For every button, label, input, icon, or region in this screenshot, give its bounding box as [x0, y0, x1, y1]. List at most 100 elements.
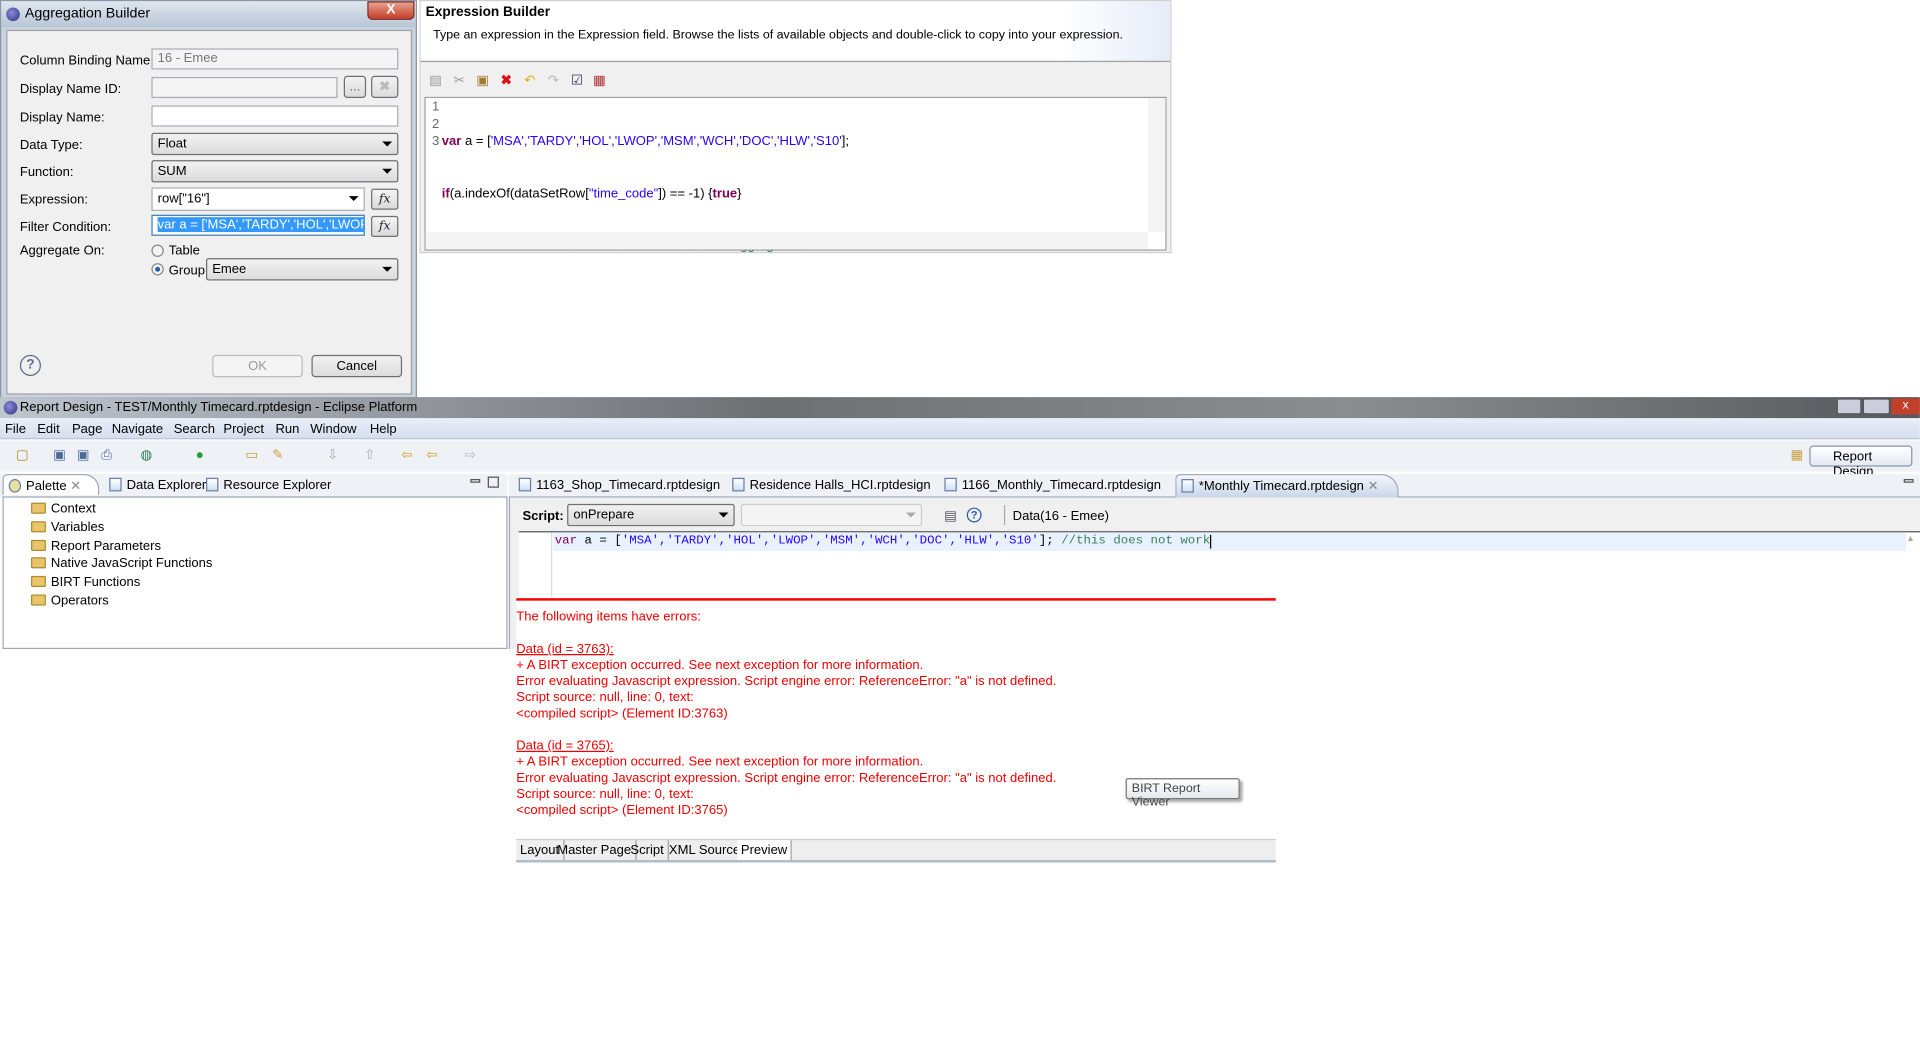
tab-palette[interactable]: Palette ✕ [2, 474, 100, 496]
tab-label: Data Explorer [126, 477, 207, 493]
minimize-button[interactable] [1836, 398, 1862, 415]
report-design-perspective-button[interactable]: Report Design [1809, 445, 1913, 479]
tab-label: 1163_Shop_Timecard.rptdesign [536, 477, 721, 493]
group-select[interactable]: Emee [206, 258, 399, 281]
data-type-select[interactable]: Float [151, 132, 399, 156]
separator [1003, 505, 1006, 525]
paste-icon[interactable]: ▣ [475, 73, 490, 88]
error-item-title[interactable]: Data (id = 3763): [516, 642, 613, 657]
palette-item-report-parameters[interactable]: Report Parameters [31, 539, 161, 553]
function-select[interactable]: SUM [151, 160, 399, 183]
script-method-select[interactable] [740, 503, 923, 527]
close-icon[interactable]: ✕ [70, 479, 81, 494]
new-icon[interactable]: ▢ [15, 448, 30, 463]
window-close-button[interactable]: x [1891, 398, 1920, 415]
menu-navigate[interactable]: Navigate [112, 422, 163, 437]
error-heading: The following items have errors: [516, 609, 701, 625]
editor-tab-monthly-timecard-active[interactable]: *Monthly Timecard.rptdesign ✕ [1175, 474, 1399, 498]
code-line-2: if(a.indexOf(dataSetRow["time_code"]) ==… [442, 185, 849, 202]
run-icon[interactable]: ● [192, 448, 207, 463]
prev-annotation-icon[interactable]: ⇧ [362, 448, 377, 463]
pen-icon[interactable]: ✎ [271, 448, 286, 463]
undo-icon[interactable]: ↶ [522, 73, 537, 88]
save-all-icon[interactable]: ▣ [76, 448, 91, 463]
display-name-id-label: Display Name ID: [19, 81, 122, 97]
reset-script-icon[interactable]: ▤ [943, 509, 958, 524]
open-folder-icon[interactable]: ▭ [244, 448, 259, 463]
minimize-view-icon[interactable] [470, 479, 481, 483]
menu-project[interactable]: Project [223, 422, 264, 437]
data-explorer-icon [109, 477, 122, 492]
menu-run[interactable]: Run [276, 422, 300, 437]
vertical-scrollbar[interactable]: ▲ [1906, 535, 1918, 647]
menu-edit[interactable]: Edit [37, 422, 59, 437]
editor-tab-1163-shop-timecard[interactable]: 1163_Shop_Timecard.rptdesign [514, 474, 725, 495]
palette-item-context[interactable]: Context [31, 501, 96, 516]
web-preview-icon[interactable]: ◍ [139, 448, 154, 463]
last-edit-icon[interactable]: ⇦ [400, 448, 415, 463]
forward-icon[interactable]: ⇨ [463, 448, 478, 463]
palette-item-variables[interactable]: Variables [31, 520, 104, 535]
menu-page[interactable]: Page [72, 422, 102, 437]
palette-item-operators[interactable]: Operators [31, 593, 109, 608]
tooltip: BIRT Report Viewer [1125, 778, 1240, 809]
delete-icon[interactable]: ✖ [499, 73, 514, 88]
display-name-label: Display Name: [19, 110, 105, 126]
filter-condition-field[interactable]: var a = ['MSA','TARDY','HOL','LWOP',' [151, 214, 365, 236]
redo-icon[interactable]: ↷ [546, 73, 561, 88]
validate-icon[interactable]: ☑ [570, 73, 585, 88]
expression-field[interactable]: row["16"] [151, 187, 365, 211]
display-name-id-field[interactable] [151, 76, 338, 99]
help-icon[interactable]: ? [966, 507, 982, 523]
editor-tab-residence-halls[interactable]: Residence Halls_HCI.rptdesign [727, 474, 935, 495]
copy-icon[interactable]: ▤ [428, 73, 443, 88]
maximize-button[interactable] [1862, 398, 1891, 415]
chevron-down-icon[interactable] [348, 196, 359, 202]
string-literal: 'MSA','TARDY','HOL','LWOP','MSM','WCH','… [490, 134, 842, 149]
palette-item-native-js-functions[interactable]: Native JavaScript Functions [31, 556, 212, 571]
horizontal-scrollbar[interactable] [425, 232, 1148, 250]
script-event-select[interactable]: onPrepare [567, 503, 735, 527]
minimize-editor-icon[interactable] [1903, 479, 1914, 483]
calculator-icon[interactable]: ▦ [592, 73, 607, 88]
cancel-button[interactable]: Cancel [311, 354, 403, 378]
page-tab-script[interactable]: Script [627, 840, 669, 861]
fx-filter-builder-button[interactable]: fx [371, 215, 399, 238]
menu-help[interactable]: Help [370, 422, 397, 437]
expression-editor[interactable]: 1 2 3 var a = ['MSA','TARDY','HOL','LWOP… [424, 96, 1167, 253]
back-icon[interactable]: ⇦ [424, 448, 439, 463]
folder-icon [31, 594, 46, 606]
tab-data-explorer[interactable]: Data Explorer [104, 474, 211, 495]
menu-window[interactable]: Window [310, 422, 356, 437]
display-name-field[interactable] [151, 105, 399, 127]
error-item-title[interactable]: Data (id = 3765): [516, 738, 613, 753]
column-binding-name-field[interactable]: 16 - Emee [151, 48, 399, 70]
save-icon[interactable]: ▣ [52, 448, 67, 463]
browse-button[interactable]: ... [343, 75, 367, 99]
vertical-scrollbar[interactable] [1147, 98, 1166, 233]
error-line: + A BIRT exception occurred. See next ex… [516, 754, 924, 770]
function-value: SUM [157, 163, 187, 179]
page-tab-preview[interactable]: Preview [737, 840, 793, 861]
editor-tab-1166-monthly-timecard[interactable]: 1166_Monthly_Timecard.rptdesign [939, 474, 1166, 495]
close-button[interactable]: X [367, 1, 415, 20]
menu-search[interactable]: Search [174, 422, 215, 437]
help-icon[interactable]: ? [19, 354, 41, 377]
open-perspective-icon[interactable]: ▦ [1790, 448, 1805, 463]
close-icon[interactable]: ✕ [1368, 479, 1379, 494]
tab-resource-explorer[interactable]: Resource Explorer [201, 474, 336, 495]
page-tab-xml-source[interactable]: XML Source [665, 840, 746, 861]
print-icon[interactable]: ⎙ [99, 448, 114, 463]
palette-item-birt-functions[interactable]: BIRT Functions [31, 575, 140, 589]
clear-icon[interactable]: ✖ [371, 75, 399, 99]
menu-file[interactable]: File [5, 422, 26, 437]
cut-icon[interactable]: ✂ [452, 73, 467, 88]
expression-code[interactable]: var a = ['MSA','TARDY','HOL','LWOP','MSM… [442, 98, 849, 289]
next-annotation-icon[interactable]: ⇩ [325, 448, 340, 463]
page-tab-master-page[interactable]: Master Page [553, 840, 637, 861]
maximize-view-icon[interactable] [487, 476, 499, 488]
ok-button[interactable]: OK [212, 354, 303, 378]
aggregate-table-radio[interactable] [151, 244, 164, 257]
aggregate-group-radio[interactable] [151, 263, 164, 276]
fx-expression-builder-button[interactable]: fx [371, 188, 399, 210]
